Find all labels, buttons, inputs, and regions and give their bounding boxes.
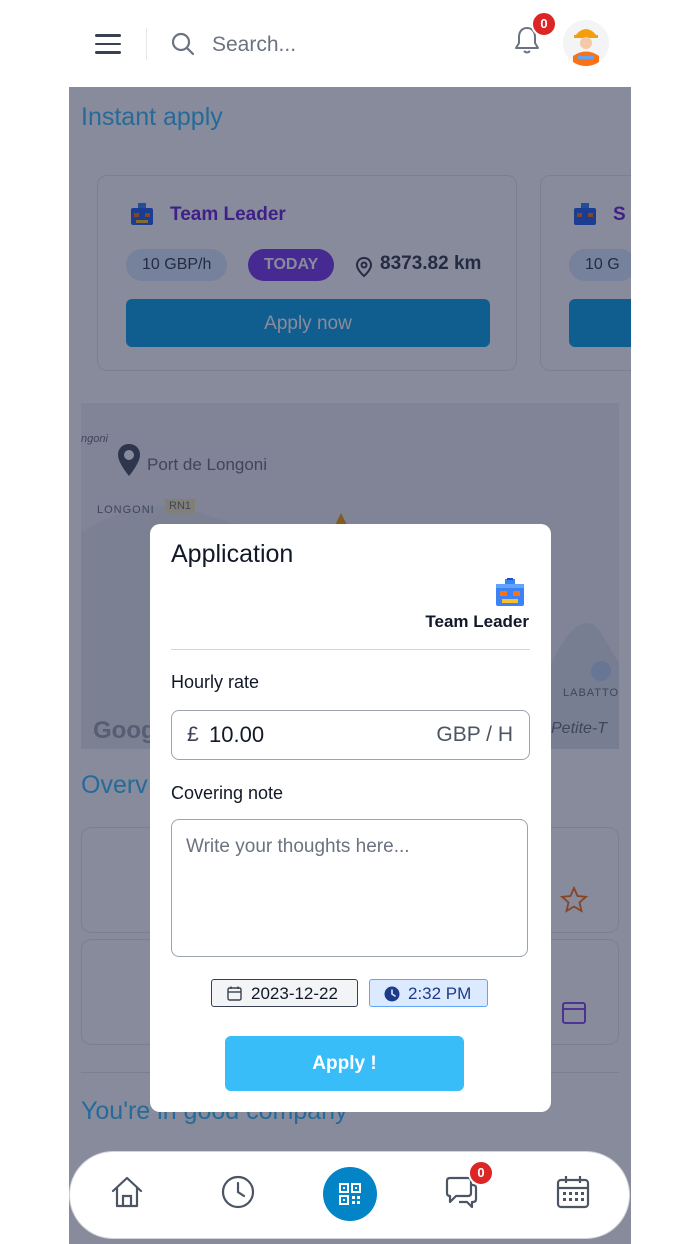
notification-badge: 0 xyxy=(531,11,557,37)
qr-code-icon xyxy=(339,1183,361,1205)
chat-badge: 0 xyxy=(468,1160,494,1186)
covering-note-label: Covering note xyxy=(171,783,284,803)
hourly-rate-label: Hourly rate xyxy=(171,672,260,692)
rate-value[interactable]: 10.00 xyxy=(209,722,264,748)
search-input[interactable] xyxy=(210,28,474,62)
qr-code-button[interactable] xyxy=(323,1167,377,1221)
hourly-rate-input[interactable]: £ 10.00 GBP / H xyxy=(171,710,530,760)
menu-icon[interactable] xyxy=(95,34,121,54)
application-modal: Application Team Leader Hourly rate £ 10… xyxy=(150,524,551,1112)
modal-divider xyxy=(171,649,530,650)
covering-note-textarea[interactable] xyxy=(171,819,528,957)
top-bar: 0 xyxy=(0,0,700,88)
date-picker[interactable]: 2023-12-22 xyxy=(211,979,358,1007)
time-picker[interactable]: 2:32 PM xyxy=(369,979,488,1007)
date-value: 2023-12-22 xyxy=(251,984,338,1003)
home-icon[interactable] xyxy=(108,1173,146,1211)
currency-symbol: £ xyxy=(187,723,199,746)
modal-job-name: Team Leader xyxy=(425,612,529,631)
apply-button[interactable]: Apply ! xyxy=(225,1036,464,1091)
header-divider xyxy=(146,28,147,60)
bottom-nav: 0 xyxy=(70,1152,629,1238)
clock-icon[interactable] xyxy=(219,1173,257,1211)
search-icon xyxy=(171,32,195,56)
calendar-icon xyxy=(227,986,242,1001)
modal-title: Application xyxy=(171,540,294,568)
clock-icon xyxy=(384,986,400,1002)
avatar[interactable] xyxy=(563,20,609,66)
calendar-icon[interactable] xyxy=(554,1173,592,1211)
time-value: 2:32 PM xyxy=(408,984,472,1003)
rate-unit: GBP / H xyxy=(436,723,513,746)
robot-icon xyxy=(496,578,524,606)
